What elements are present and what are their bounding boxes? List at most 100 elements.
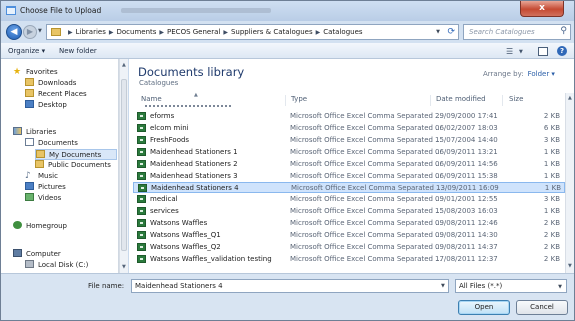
file-name-cell[interactable]: Watsons Waffles (150, 219, 207, 227)
chevron-right-icon[interactable]: ▶ (316, 29, 321, 36)
arrange-by-dropdown[interactable]: Folder ▾ (528, 70, 555, 78)
column-header-size[interactable]: Size (509, 95, 523, 106)
file-name-cell[interactable]: Watsons Waffles_Q2 (150, 243, 221, 251)
column-divider[interactable] (502, 95, 503, 106)
column-divider[interactable] (430, 95, 431, 106)
column-header-date[interactable]: Date modified (436, 95, 486, 106)
scroll-down-icon[interactable]: ▼ (122, 264, 126, 270)
file-name-cell[interactable]: eforms (150, 112, 174, 120)
column-divider[interactable] (285, 95, 286, 106)
forward-button[interactable]: ▶ (23, 25, 37, 39)
nav-scrollbar[interactable]: ▲ ▼ (119, 59, 128, 273)
file-type-select[interactable]: All Files (*.*) ▼ (455, 279, 567, 293)
views-dropdown-icon[interactable]: ▼ (519, 49, 523, 55)
nav-label: Favorites (26, 68, 58, 76)
chevron-down-icon[interactable]: ▼ (558, 284, 562, 290)
nav-recent-places[interactable]: Recent Places (25, 89, 87, 100)
chevron-right-icon[interactable]: ▶ (109, 29, 114, 36)
breadcrumb-libraries[interactable]: Libraries (76, 28, 106, 36)
chevron-right-icon[interactable]: ▶ (223, 29, 228, 36)
table-row[interactable]: Watsons Waffles_Q1 Microsoft Office Excel… (133, 230, 565, 241)
cancel-button[interactable]: Cancel (516, 300, 568, 315)
table-row[interactable]: Watsons Waffles Microsoft Office Excel Co… (133, 218, 565, 229)
excel-csv-file-icon (137, 207, 146, 216)
file-name-cell[interactable]: FreshFoods (150, 136, 189, 144)
search-box[interactable]: Search Catalogues ⚲ (463, 24, 571, 40)
nav-downloads[interactable]: Downloads (25, 78, 76, 89)
file-name-cell[interactable]: Maidenhead Stationers 4 (151, 184, 239, 192)
scroll-up-icon[interactable]: ▲ (122, 62, 126, 68)
nav-favorites[interactable]: ★ Favorites (13, 67, 58, 78)
file-name-cell[interactable]: services (150, 207, 179, 215)
file-name-cell[interactable]: medical (150, 195, 178, 203)
excel-csv-file-icon (137, 219, 146, 228)
file-name-cell[interactable]: Watsons Waffles_validation testing (150, 255, 272, 263)
nav-computer[interactable]: Computer (13, 249, 61, 260)
search-input[interactable]: Search Catalogues (469, 28, 535, 36)
close-button[interactable]: x (520, 1, 564, 17)
table-row[interactable]: Maidenhead Stationers 4 Microsoft Office … (133, 182, 565, 194)
table-row[interactable]: elcom mini Microsoft Office Excel Comma S… (133, 123, 565, 134)
disk-icon (25, 260, 34, 268)
help-icon[interactable]: ? (557, 46, 567, 56)
table-row[interactable]: Maidenhead Stationers 3 Microsoft Office … (133, 171, 565, 182)
table-row[interactable]: Maidenhead Stationers 2 Microsoft Office … (133, 159, 565, 170)
recent-pages-dropdown[interactable]: ▼ (38, 28, 42, 34)
nav-public-documents[interactable]: Public Documents (35, 160, 111, 171)
open-button[interactable]: Open (458, 300, 510, 315)
new-folder-button[interactable]: New folder (59, 47, 97, 55)
table-row[interactable]: FreshFoods Microsoft Office Excel Comma S… (133, 135, 565, 146)
organize-button[interactable]: Organize ▾ (8, 47, 45, 55)
refresh-icon[interactable]: ⟳ (447, 27, 455, 37)
preview-pane-icon[interactable] (538, 47, 548, 56)
nav-label: Local Disk (C:) (38, 261, 89, 269)
column-header-type[interactable]: Type (291, 95, 307, 106)
breadcrumb-suppliers[interactable]: Suppliers & Catalogues (231, 28, 313, 36)
nav-libraries[interactable]: Libraries (13, 127, 56, 138)
views-icon[interactable]: ☰ (506, 47, 513, 56)
breadcrumb[interactable]: ▶ Libraries ▶ Documents ▶ PECOS General ▶ Suppl… (65, 28, 363, 36)
address-bar[interactable]: ▶ Libraries ▶ Documents ▶ PECOS General ▶ Suppl… (46, 24, 459, 40)
table-row[interactable]: services Microsoft Office Excel Comma Sep… (133, 206, 565, 217)
nav-homegroup[interactable]: Homegroup (13, 221, 67, 232)
nav-videos[interactable]: Videos (25, 193, 61, 204)
breadcrumb-pecos-general[interactable]: PECOS General (167, 28, 220, 36)
back-button[interactable]: ◀ (6, 24, 22, 40)
file-list-scrollbar[interactable]: ▲ ▼ (565, 93, 574, 273)
table-row[interactable]: Watsons Waffles_validation testing Micros… (133, 254, 565, 265)
navigation-pane: ★ Favorites Downloads Recent Places Deskt… (1, 59, 119, 273)
breadcrumb-catalogues[interactable]: Catalogues (323, 28, 362, 36)
file-name-cell[interactable]: Maidenhead Stationers 1 (150, 148, 238, 156)
table-row[interactable]: Watsons Waffles_Q2 Microsoft Office Excel… (133, 242, 565, 253)
search-icon[interactable]: ⚲ (560, 26, 567, 36)
file-name-dropdown-icon[interactable]: ▼ (441, 283, 445, 289)
scroll-up-icon[interactable]: ▲ (568, 95, 572, 101)
nav-pictures[interactable]: Pictures (25, 182, 66, 193)
scroll-down-icon[interactable]: ▼ (568, 263, 572, 269)
table-row[interactable]: eforms Microsoft Office Excel Comma Separ… (133, 111, 565, 122)
chevron-right-icon[interactable]: ▶ (68, 29, 73, 36)
scroll-thumb[interactable] (121, 79, 127, 251)
address-dropdown-icon[interactable]: ▼ (436, 29, 440, 35)
file-name-cell[interactable]: Watsons Waffles_Q1 (150, 231, 221, 239)
chevron-right-icon[interactable]: ▶ (159, 29, 164, 36)
nav-music[interactable]: ♪ Music (25, 171, 58, 182)
table-row[interactable]: medical Microsoft Office Excel Comma Sepa… (133, 194, 565, 205)
nav-label: My Documents (49, 151, 102, 159)
file-name-cell[interactable]: elcom mini (150, 124, 189, 132)
file-name-input[interactable]: Maidenhead Stationers 4 (131, 279, 449, 293)
file-name-cell[interactable]: Maidenhead Stationers 2 (150, 160, 238, 168)
file-size-cell: 1 KB (543, 207, 560, 216)
nav-my-documents[interactable]: My Documents (35, 149, 117, 160)
file-name-cell[interactable]: Maidenhead Stationers 3 (150, 172, 238, 180)
breadcrumb-documents[interactable]: Documents (116, 28, 156, 36)
arrange-by[interactable]: Arrange by: Folder ▾ (483, 70, 555, 78)
file-size-cell: 2 KB (543, 242, 560, 251)
title-bar[interactable]: Choose File to Upload x (1, 1, 574, 21)
file-type-cell: Microsoft Office Excel Comma Separated .… (290, 112, 442, 120)
nav-local-disk[interactable]: Local Disk (C:) (25, 260, 88, 271)
nav-desktop[interactable]: Desktop (25, 100, 67, 111)
table-row[interactable]: Maidenhead Stationers 1 Microsoft Office … (133, 147, 565, 158)
nav-documents[interactable]: Documents (25, 138, 78, 149)
file-size-cell: 1 KB (544, 184, 561, 193)
